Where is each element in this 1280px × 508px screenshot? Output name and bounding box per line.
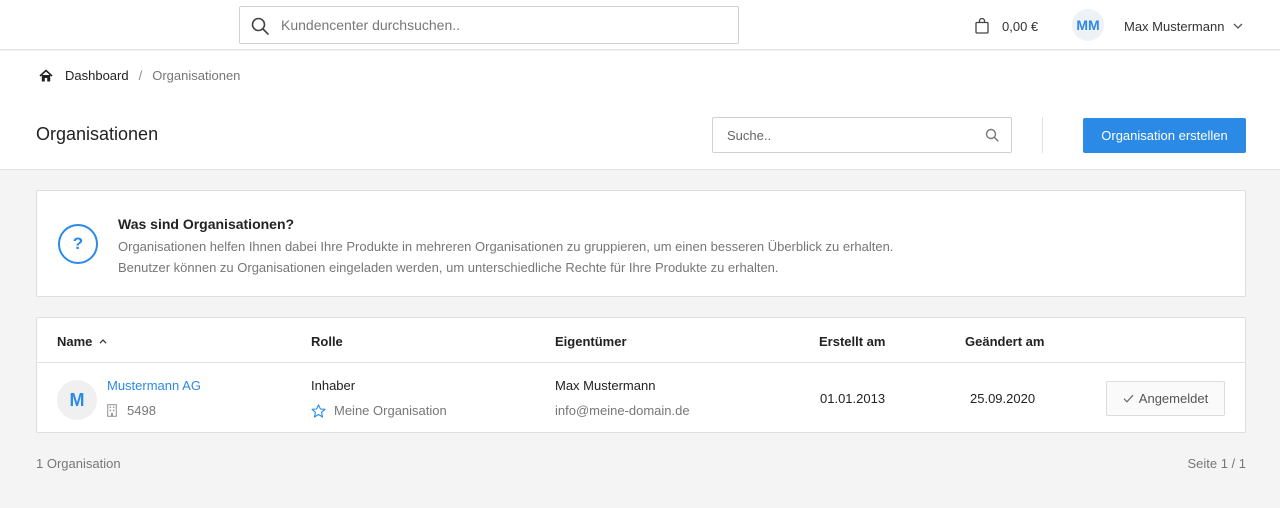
column-header-role: Rolle [311, 334, 343, 349]
cart[interactable]: 0,00 € [975, 16, 1038, 36]
created-date: 01.01.2013 [820, 391, 886, 406]
user-avatar[interactable]: MM [1072, 9, 1104, 41]
checkmark-icon [1123, 394, 1134, 403]
breadcrumb-separator: / [138, 68, 143, 83]
table-row: M Mustermann AG 5498 Inhaber Meine Organ… [37, 364, 1245, 433]
user-menu[interactable]: Max Mustermann [1124, 17, 1243, 35]
breadcrumb-current: Organisationen [152, 68, 241, 83]
search-icon[interactable] [985, 128, 999, 142]
info-title: Was sind Organisationen? [118, 216, 295, 232]
top-bar: 0,00 € MM Max Mustermann [0, 0, 1280, 50]
question-icon: ? [58, 224, 98, 264]
role-value: Inhaber [311, 378, 356, 393]
shopping-bag-icon [975, 18, 989, 34]
result-count: 1 Organisation [36, 456, 121, 471]
info-box: ? Was sind Organisationen? Organisatione… [36, 190, 1246, 297]
create-organisation-button[interactable]: Organisation erstellen [1083, 118, 1246, 153]
owner-email: info@meine-domain.de [555, 403, 690, 418]
role-tag: Meine Organisation [311, 403, 447, 418]
sort-ascending-icon [99, 339, 107, 344]
star-icon [311, 403, 326, 418]
organisations-table: Name Rolle Eigentümer Erstellt am Geände… [36, 317, 1246, 433]
home-icon[interactable] [39, 69, 53, 83]
organisation-id-value: 5498 [127, 403, 156, 418]
chevron-down-icon [1233, 23, 1243, 29]
breadcrumb-dashboard[interactable]: Dashboard [65, 68, 129, 83]
column-header-owner: Eigentümer [555, 334, 627, 349]
pagination-info: Seite 1 / 1 [1187, 456, 1246, 471]
breadcrumb: Dashboard / Organisationen [39, 68, 240, 83]
page-header: Dashboard / Organisationen Organisatione… [0, 51, 1280, 170]
table-header: Name Rolle Eigentümer Erstellt am Geände… [37, 318, 1245, 363]
signed-in-label: Angemeldet [1138, 391, 1209, 406]
search-icon [251, 17, 269, 35]
owner-name: Max Mustermann [555, 378, 656, 393]
role-tag-label: Meine Organisation [334, 403, 447, 418]
changed-date: 25.09.2020 [970, 391, 1036, 406]
signed-in-button[interactable]: Angemeldet [1106, 381, 1225, 416]
divider [1042, 117, 1043, 153]
column-header-created: Erstellt am [819, 334, 886, 349]
info-text-line-2: Benutzer können zu Organisationen eingel… [118, 260, 779, 275]
organisation-search-input[interactable] [727, 118, 977, 152]
organisation-avatar: M [57, 380, 97, 420]
info-text-line-1: Organisationen helfen Ihnen dabei Ihre P… [118, 239, 894, 254]
cart-total: 0,00 € [1002, 18, 1039, 34]
column-header-name-label: Name [57, 334, 93, 349]
page-title: Organisationen [36, 124, 159, 144]
column-header-changed: Geändert am [965, 334, 1045, 349]
building-icon [107, 404, 117, 417]
global-search-box[interactable] [239, 6, 739, 44]
user-name: Max Mustermann [1124, 18, 1225, 34]
global-search-input[interactable] [281, 7, 721, 43]
column-header-name[interactable]: Name [57, 334, 107, 349]
organisation-name-link[interactable]: Mustermann AG [107, 378, 201, 393]
organisation-id: 5498 [107, 403, 156, 418]
organisation-search-box[interactable] [712, 117, 1012, 153]
